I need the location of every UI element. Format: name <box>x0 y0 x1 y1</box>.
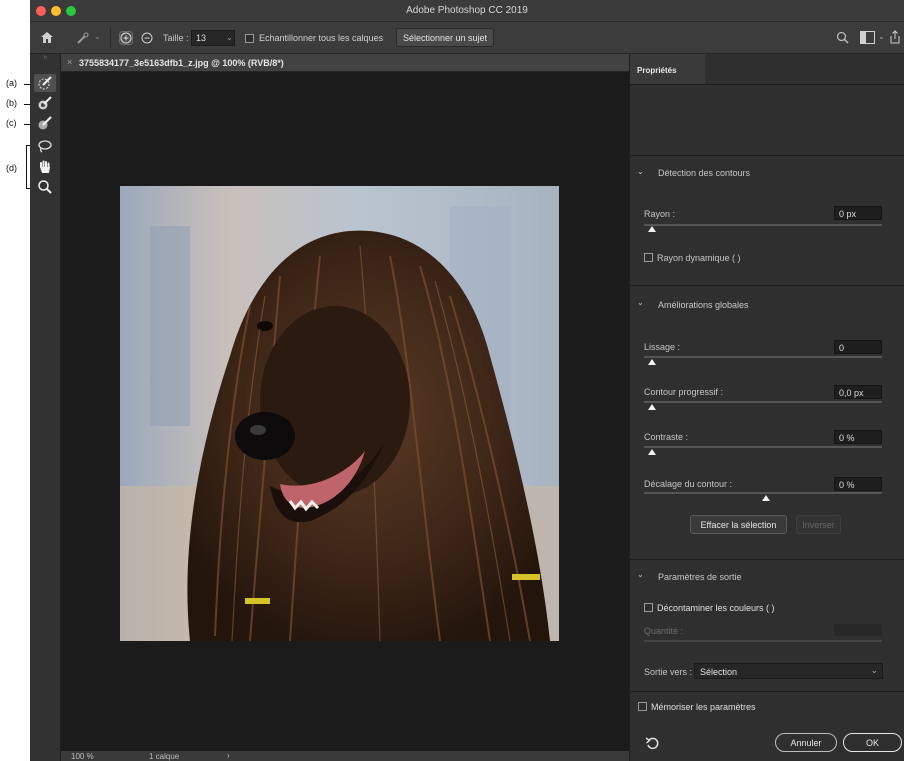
smart-radius-checkbox[interactable] <box>644 253 653 262</box>
contrast-label: Contraste : <box>644 432 689 442</box>
annotation-c: (c) <box>6 118 17 128</box>
share-icon[interactable] <box>888 30 902 44</box>
subtract-from-selection-icon[interactable] <box>140 31 154 45</box>
section-separator <box>630 285 904 286</box>
clear-selection-button[interactable]: Effacer la sélection <box>690 515 787 534</box>
sample-all-layers-label: Echantillonner tous les calques <box>259 33 384 43</box>
select-chevron-icon[interactable]: ⌄ <box>870 665 878 676</box>
smart-radius-label: Rayon dynamique ( ) <box>657 253 741 263</box>
window-title: Adobe Photoshop CC 2019 <box>406 5 528 16</box>
properties-panel: Propriétés ⌄ Détection des contours Rayo… <box>629 54 904 761</box>
tab-separator <box>630 84 904 85</box>
chevron-down-icon[interactable]: ⌄ <box>94 32 101 41</box>
brush-tool-icon[interactable] <box>34 114 56 132</box>
chevron-down-icon[interactable]: ⌄ <box>637 167 644 176</box>
annotation-a: (a) <box>6 78 17 88</box>
section-separator <box>630 559 904 560</box>
radius-slider[interactable] <box>644 224 882 226</box>
chevron-down-icon[interactable]: ⌄ <box>637 570 644 579</box>
smooth-slider[interactable] <box>644 356 882 358</box>
tools-panel: » <box>30 54 61 761</box>
decontaminate-colors-checkbox[interactable] <box>644 603 653 612</box>
sample-all-layers-checkbox[interactable] <box>245 34 254 43</box>
remember-settings-label: Mémoriser les paramètres <box>651 702 756 712</box>
amount-label: Quantité : <box>644 626 684 636</box>
properties-tab[interactable]: Propriétés <box>630 54 705 84</box>
output-settings-title[interactable]: Paramètres de sortie <box>658 572 742 582</box>
dog-image <box>120 186 559 641</box>
status-bar: 100 % 1 calque › <box>61 751 629 761</box>
workspace-icon[interactable] <box>860 31 875 44</box>
radius-field[interactable]: 0 px <box>834 206 882 220</box>
chevron-down-icon[interactable]: ⌄ <box>637 298 644 307</box>
feather-slider-thumb[interactable] <box>648 404 656 410</box>
section-separator <box>630 691 904 692</box>
amount-slider[interactable] <box>644 640 882 642</box>
workspace-chevron-icon[interactable]: ⌄ <box>878 32 885 41</box>
smooth-field[interactable]: 0 <box>834 340 882 354</box>
ok-button[interactable]: OK <box>843 733 902 752</box>
contrast-slider-thumb[interactable] <box>648 449 656 455</box>
remember-settings-checkbox[interactable] <box>638 702 647 711</box>
options-bar: ⌄ Taille : 13 ⌄ Echantillonner tous les … <box>30 22 904 54</box>
shift-edge-slider-thumb[interactable] <box>762 495 770 501</box>
size-value: 13 <box>196 33 207 43</box>
title-bar: Adobe Photoshop CC 2019 <box>30 0 904 22</box>
annotation-d: (d) <box>6 163 17 173</box>
smooth-slider-thumb[interactable] <box>648 359 656 365</box>
reset-icon[interactable] <box>645 736 659 750</box>
annotation-b: (b) <box>6 98 17 108</box>
dog-photo[interactable] <box>120 186 559 641</box>
radius-slider-thumb[interactable] <box>648 226 656 232</box>
document-tab[interactable]: × 3755834177_3e5163dfb1_z.jpg @ 100% (RV… <box>61 54 629 72</box>
output-to-label: Sortie vers : <box>644 667 693 677</box>
smooth-label: Lissage : <box>644 342 681 352</box>
home-icon[interactable] <box>40 31 54 44</box>
section-separator <box>630 155 904 156</box>
shift-edge-field[interactable]: 0 % <box>834 477 882 491</box>
lasso-tool-icon[interactable] <box>34 138 56 156</box>
refine-edge-brush-icon[interactable] <box>34 94 56 112</box>
decontaminate-colors-label: Décontaminer les couleurs ( ) <box>657 603 775 613</box>
global-refinements-title[interactable]: Améliorations globales <box>658 300 749 310</box>
search-icon[interactable] <box>836 31 849 44</box>
contrast-field[interactable]: 0 % <box>834 430 882 444</box>
add-to-selection-icon[interactable] <box>119 31 133 45</box>
invert-button[interactable]: Inverser <box>796 515 841 534</box>
quick-selection-tool-icon[interactable] <box>34 74 56 92</box>
select-subject-button[interactable]: Sélectionner un sujet <box>396 28 495 47</box>
collapse-panel-icon[interactable]: » <box>30 54 61 62</box>
status-chevron-icon[interactable]: › <box>227 751 230 760</box>
close-document-icon[interactable]: × <box>67 57 72 67</box>
quick-selection-tool-preset-icon[interactable] <box>76 31 90 45</box>
output-to-value: Sélection <box>700 667 738 677</box>
feather-slider[interactable] <box>644 401 882 403</box>
cancel-button[interactable]: Annuler <box>775 733 837 752</box>
document-tab-title: 3755834177_3e5163dfb1_z.jpg @ 100% (RVB/… <box>79 58 284 68</box>
shift-edge-label: Décalage du contour : <box>644 479 733 489</box>
shift-edge-slider[interactable] <box>644 492 882 494</box>
size-chevron-icon[interactable]: ⌄ <box>226 33 233 42</box>
zoom-level[interactable]: 100 % <box>71 752 94 761</box>
feather-field[interactable]: 0,0 px <box>834 385 882 399</box>
feather-label: Contour progressif : <box>644 387 724 397</box>
size-label: Taille : <box>163 33 189 43</box>
amount-field[interactable] <box>834 624 882 636</box>
separator <box>110 28 111 48</box>
zoom-tool-icon[interactable] <box>34 178 56 196</box>
radius-label: Rayon : <box>644 209 676 219</box>
hand-tool-icon[interactable] <box>34 158 56 176</box>
edge-detection-title[interactable]: Détection des contours <box>658 168 750 178</box>
contrast-slider[interactable] <box>644 446 882 448</box>
output-to-select[interactable]: Sélection ⌄ <box>694 663 883 679</box>
layer-count: 1 calque <box>149 752 180 761</box>
